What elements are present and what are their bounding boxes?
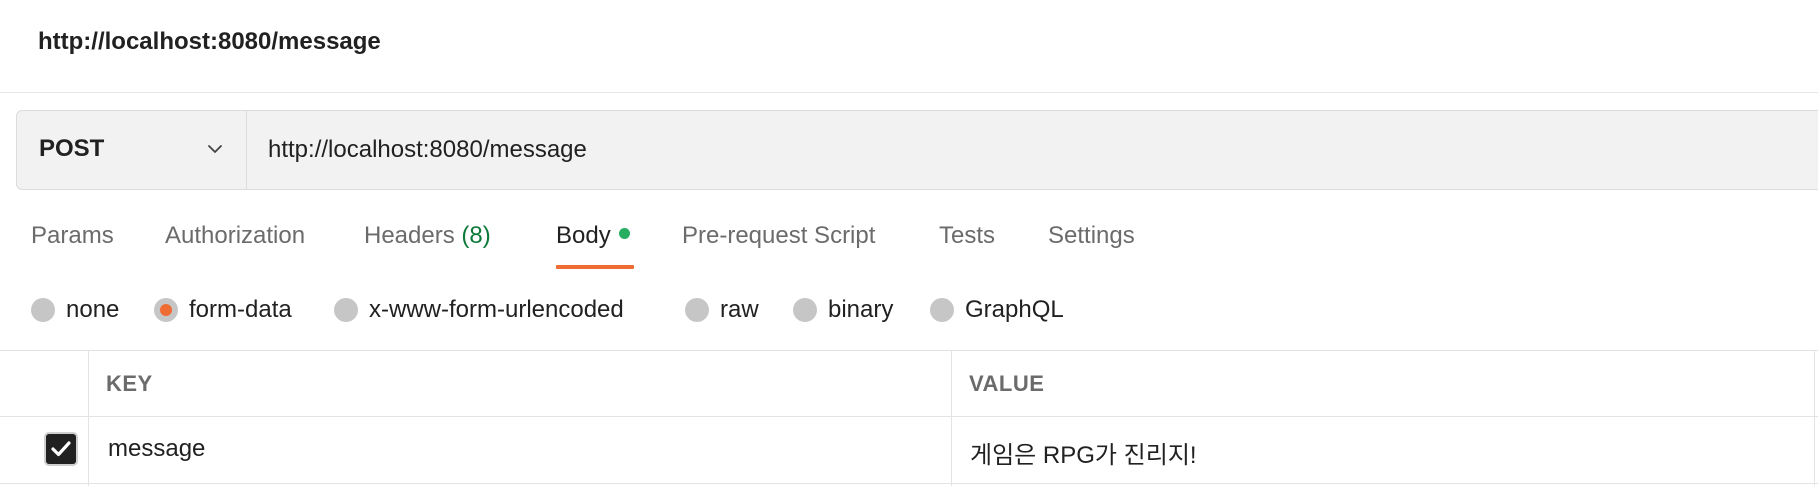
tab-tests[interactable]: Tests xyxy=(939,222,995,250)
radio-icon xyxy=(334,298,358,322)
radio-icon xyxy=(685,298,709,322)
radio-label: binary xyxy=(828,296,894,323)
table-header-row: KEY VALUE xyxy=(0,351,1818,417)
radio-icon xyxy=(793,298,817,322)
url-input[interactable] xyxy=(248,111,1748,189)
tab-label: Params xyxy=(31,222,114,249)
column-header-key: KEY xyxy=(106,371,153,396)
form-data-table: KEY VALUE message 게임은 RPG가 진리지! xyxy=(0,350,1818,486)
radio-icon xyxy=(31,298,55,322)
tab-pre-request-script[interactable]: Pre-request Script xyxy=(682,222,875,250)
body-type-binary[interactable]: binary xyxy=(793,294,893,326)
value-cell[interactable]: 게임은 RPG가 진리지! xyxy=(970,435,1197,470)
headers-count: (8) xyxy=(461,222,491,249)
radio-label: form-data xyxy=(189,296,292,323)
request-title[interactable]: http://localhost:8080/message xyxy=(38,28,381,56)
tab-label: Pre-request Script xyxy=(682,222,876,249)
key-cell[interactable]: message xyxy=(108,435,205,463)
tab-label: Headers xyxy=(364,222,455,249)
chevron-down-icon xyxy=(208,145,222,153)
tab-params[interactable]: Params xyxy=(31,222,114,250)
radio-label: GraphQL xyxy=(965,296,1064,323)
tab-body[interactable]: Body xyxy=(556,222,634,269)
tab-label: Body xyxy=(556,222,611,249)
radio-label: none xyxy=(66,296,120,323)
tab-label: Tests xyxy=(939,222,996,249)
row-enabled-checkbox[interactable] xyxy=(44,432,78,466)
body-type-graphql[interactable]: GraphQL xyxy=(930,294,1064,326)
checkmark-icon xyxy=(51,441,71,457)
column-header-value: VALUE xyxy=(969,371,1045,396)
tab-settings[interactable]: Settings xyxy=(1048,222,1135,250)
request-title-bar: http://localhost:8080/message xyxy=(0,0,1818,93)
request-bar: POST xyxy=(16,110,1818,190)
body-type-raw[interactable]: raw xyxy=(685,294,759,326)
body-type-none[interactable]: none xyxy=(31,294,119,326)
active-tab-underline xyxy=(556,265,634,269)
status-dot-icon xyxy=(618,228,630,240)
radio-icon xyxy=(930,298,954,322)
body-type-x-www-form-urlencoded[interactable]: x-www-form-urlencoded xyxy=(334,294,624,326)
radio-label: raw xyxy=(720,296,759,323)
method-selector[interactable]: POST xyxy=(17,111,247,189)
request-tabs: Params Authorization Headers (8) Body Pr… xyxy=(0,210,1818,270)
radio-selected-icon xyxy=(154,298,178,322)
body-type-options: none form-data x-www-form-urlencoded raw… xyxy=(0,290,1818,330)
tab-authorization[interactable]: Authorization xyxy=(165,222,305,250)
tab-headers[interactable]: Headers (8) xyxy=(364,222,491,250)
method-label: POST xyxy=(39,135,105,162)
body-type-form-data[interactable]: form-data xyxy=(154,294,292,326)
table-row: message 게임은 RPG가 진리지! xyxy=(0,418,1818,484)
tab-label: Settings xyxy=(1048,222,1135,249)
tab-label: Authorization xyxy=(165,222,306,249)
radio-label: x-www-form-urlencoded xyxy=(369,296,624,323)
